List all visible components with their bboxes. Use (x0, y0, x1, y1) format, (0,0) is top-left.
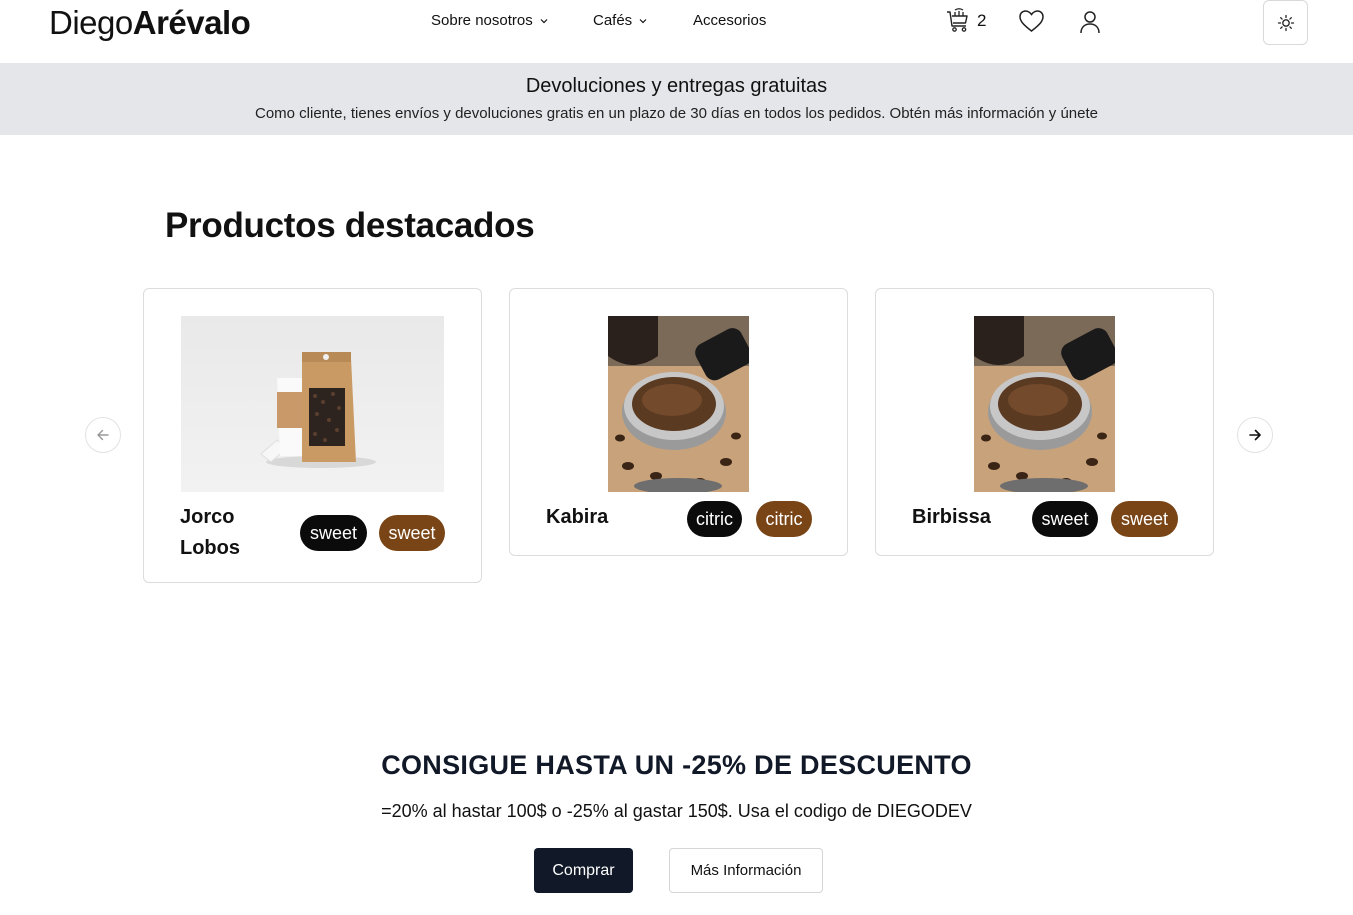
product-name-line: Jorco (180, 506, 235, 528)
product-card[interactable]: Kabira citric citric (509, 288, 848, 556)
nav-cafes[interactable]: Cafés (593, 12, 648, 29)
product-card[interactable]: Jorco Lobos sweet sweet (143, 288, 482, 583)
arrow-right-icon (1249, 429, 1261, 441)
wishlist-button[interactable] (1018, 9, 1045, 39)
cart-count: 2 (977, 11, 987, 30)
product-name-line: Lobos (180, 537, 240, 559)
nav-sobre-nosotros[interactable]: Sobre nosotros (431, 12, 549, 29)
flavor-tag[interactable]: sweet (300, 515, 367, 551)
site-header: DiegoArévalo Sobre nosotros Cafés Acceso… (0, 0, 1353, 63)
product-name[interactable]: Birbissa (912, 502, 991, 533)
more-info-button[interactable]: Más Información (669, 848, 823, 893)
flavor-tag[interactable]: sweet (379, 515, 445, 551)
heart-icon (1019, 10, 1044, 32)
flavor-tag[interactable]: citric (687, 501, 742, 537)
announcement-bar: Devoluciones y entregas gratuitas Como c… (0, 63, 1353, 135)
theme-toggle-button[interactable] (1263, 0, 1308, 45)
featured-title: Productos destacados (165, 206, 535, 245)
flavor-tag[interactable]: sweet (1032, 501, 1098, 537)
logo-regular: Diego (49, 4, 133, 41)
product-card[interactable]: Birbissa sweet sweet (875, 288, 1214, 556)
product-image-portafilter[interactable] (608, 316, 749, 492)
announcement-title: Devoluciones y entregas gratuitas (525, 75, 828, 97)
product-name[interactable]: Jorco Lobos (180, 502, 240, 564)
carousel-prev-button[interactable] (85, 417, 121, 453)
carousel-next-button[interactable] (1237, 417, 1273, 453)
chevron-down-icon (639, 18, 647, 23)
account-button[interactable] (1078, 9, 1102, 40)
nav-label: Accesorios (693, 12, 767, 29)
arrow-left-icon (97, 429, 109, 441)
product-name[interactable]: Kabira (546, 502, 608, 533)
flavor-tag[interactable]: sweet (1111, 501, 1178, 537)
user-icon (1080, 11, 1100, 34)
announcement-text[interactable]: Como cliente, tienes envíos y devolucion… (0, 105, 1353, 122)
sun-icon (1277, 14, 1294, 31)
site-logo[interactable]: DiegoArévalo (49, 4, 251, 42)
promo-title: CONSIGUE HASTA UN -25% DE DESCUENTO (381, 750, 972, 780)
nav-accesorios[interactable]: Accesorios (693, 12, 766, 29)
nav-label: Cafés (593, 12, 633, 29)
product-image-portafilter[interactable] (974, 316, 1115, 492)
chevron-down-icon (540, 18, 548, 23)
flavor-tag[interactable]: citric (756, 501, 812, 537)
buy-button[interactable]: Comprar (534, 848, 633, 893)
logo-bold: Arévalo (132, 4, 251, 41)
shopping-cart-icon (947, 8, 968, 32)
product-image-coffee-bag[interactable] (181, 316, 444, 492)
promo-text: =20% al hastar 100$ o -25% al gastar 150… (381, 801, 972, 821)
cart-button[interactable]: 2 (945, 8, 986, 34)
nav-label: Sobre nosotros (431, 12, 533, 29)
